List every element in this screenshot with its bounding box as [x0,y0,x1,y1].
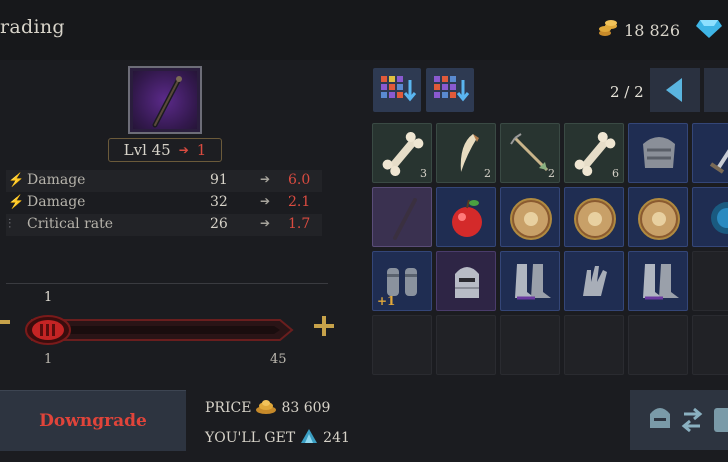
plus-button[interactable] [312,314,336,338]
inventory-slot[interactable] [436,187,496,247]
currency-bar: 18 826 [598,18,722,42]
sort-type-button[interactable] [426,68,474,112]
inventory-slot[interactable]: 2 [436,123,496,183]
inventory-slot[interactable]: 3 [372,123,432,183]
inventory-slot[interactable]: +1 [372,251,432,311]
damage-icon: ⚡ [8,173,25,188]
page-indicator: 2 / 2 [610,83,644,101]
coin-pile-icon [255,398,277,418]
sort-grid-icon [434,76,470,102]
inventory-slot-empty[interactable] [628,315,688,375]
stat-row: ⚡ Damage 32 ➔ 2.1 [8,194,311,210]
next-page-button[interactable] [704,68,728,112]
upgrade-bonus: +1 [377,294,396,308]
slider-current-value: 1 [44,290,53,305]
inventory-slot[interactable] [372,187,432,247]
inventory-slot[interactable] [500,187,560,247]
arrow-right-icon: ➔ [260,216,271,230]
coin-amount: 18 826 [624,20,680,40]
inventory-slot[interactable] [692,123,728,183]
gem-icon[interactable] [696,18,722,42]
armor-filter-icon[interactable] [714,408,728,432]
selected-item-slot[interactable] [128,66,202,134]
essence-icon [299,427,319,449]
reward-label: YOU'LL GET [205,430,296,446]
downgrade-button[interactable]: Downgrade [0,390,186,451]
arrow-right-icon: ➔ [178,143,189,157]
reward-value: 241 [323,430,350,446]
inventory-slot[interactable] [628,123,688,183]
inventory-slot-empty[interactable] [500,315,560,375]
divider [6,283,328,284]
inventory-slot[interactable] [500,251,560,311]
damage-icon: ⚡ [8,195,25,210]
sort-rarity-button[interactable] [373,68,421,112]
inventory-slot-empty[interactable] [564,315,624,375]
stat-row: ⫶ Critical rate 26 ➔ 1.7 [6,214,322,236]
item-count: 2 [548,167,555,180]
helmet-filter-icon[interactable] [650,408,670,428]
swap-icon[interactable] [681,407,703,433]
sort-grid-icon [381,76,417,102]
inventory-slot[interactable]: 6 [564,123,624,183]
critical-icon: ⫶ [8,217,12,232]
coin-stack-icon [598,18,618,42]
current-level: Lvl 45 [123,141,171,159]
inventory-slot[interactable] [564,251,624,311]
inventory-slot[interactable]: 2 [500,123,560,183]
chevron-left-icon [666,78,682,102]
staff-icon [152,76,182,128]
inventory-slot[interactable] [692,187,728,247]
target-level: 1 [196,141,207,159]
item-count: 6 [612,167,619,180]
minus-button[interactable] [0,320,10,324]
inventory-slot[interactable] [628,187,688,247]
arrow-right-icon: ➔ [260,194,271,208]
stat-row: ⚡ Damage 91 ➔ 6.0 [6,170,322,192]
item-count: 2 [484,167,491,180]
reward-row: YOU'LL GET 241 [205,427,350,449]
price-value: 83 609 [281,400,331,416]
price-row: PRICE 83 609 [205,398,330,418]
slider-min: 1 [44,352,53,367]
prev-page-button[interactable] [650,68,700,112]
level-badge: Lvl 45 ➔ 1 [108,138,222,162]
level-slider[interactable] [18,308,300,352]
inventory-slot[interactable] [628,251,688,311]
inventory-slot-empty[interactable] [372,315,432,375]
inventory-slot-empty[interactable] [692,251,728,311]
inventory-slot[interactable] [564,187,624,247]
page-title: rading [0,16,65,38]
slider-handle[interactable] [25,315,71,345]
price-label: PRICE [205,400,252,416]
inventory-slot-empty[interactable] [436,315,496,375]
inventory-slot[interactable] [436,251,496,311]
arrow-right-icon: ➔ [260,172,271,186]
item-count: 3 [420,167,427,180]
inventory-slot-empty[interactable] [692,315,728,375]
slider-max: 45 [270,352,287,367]
tools-panel [630,390,728,450]
